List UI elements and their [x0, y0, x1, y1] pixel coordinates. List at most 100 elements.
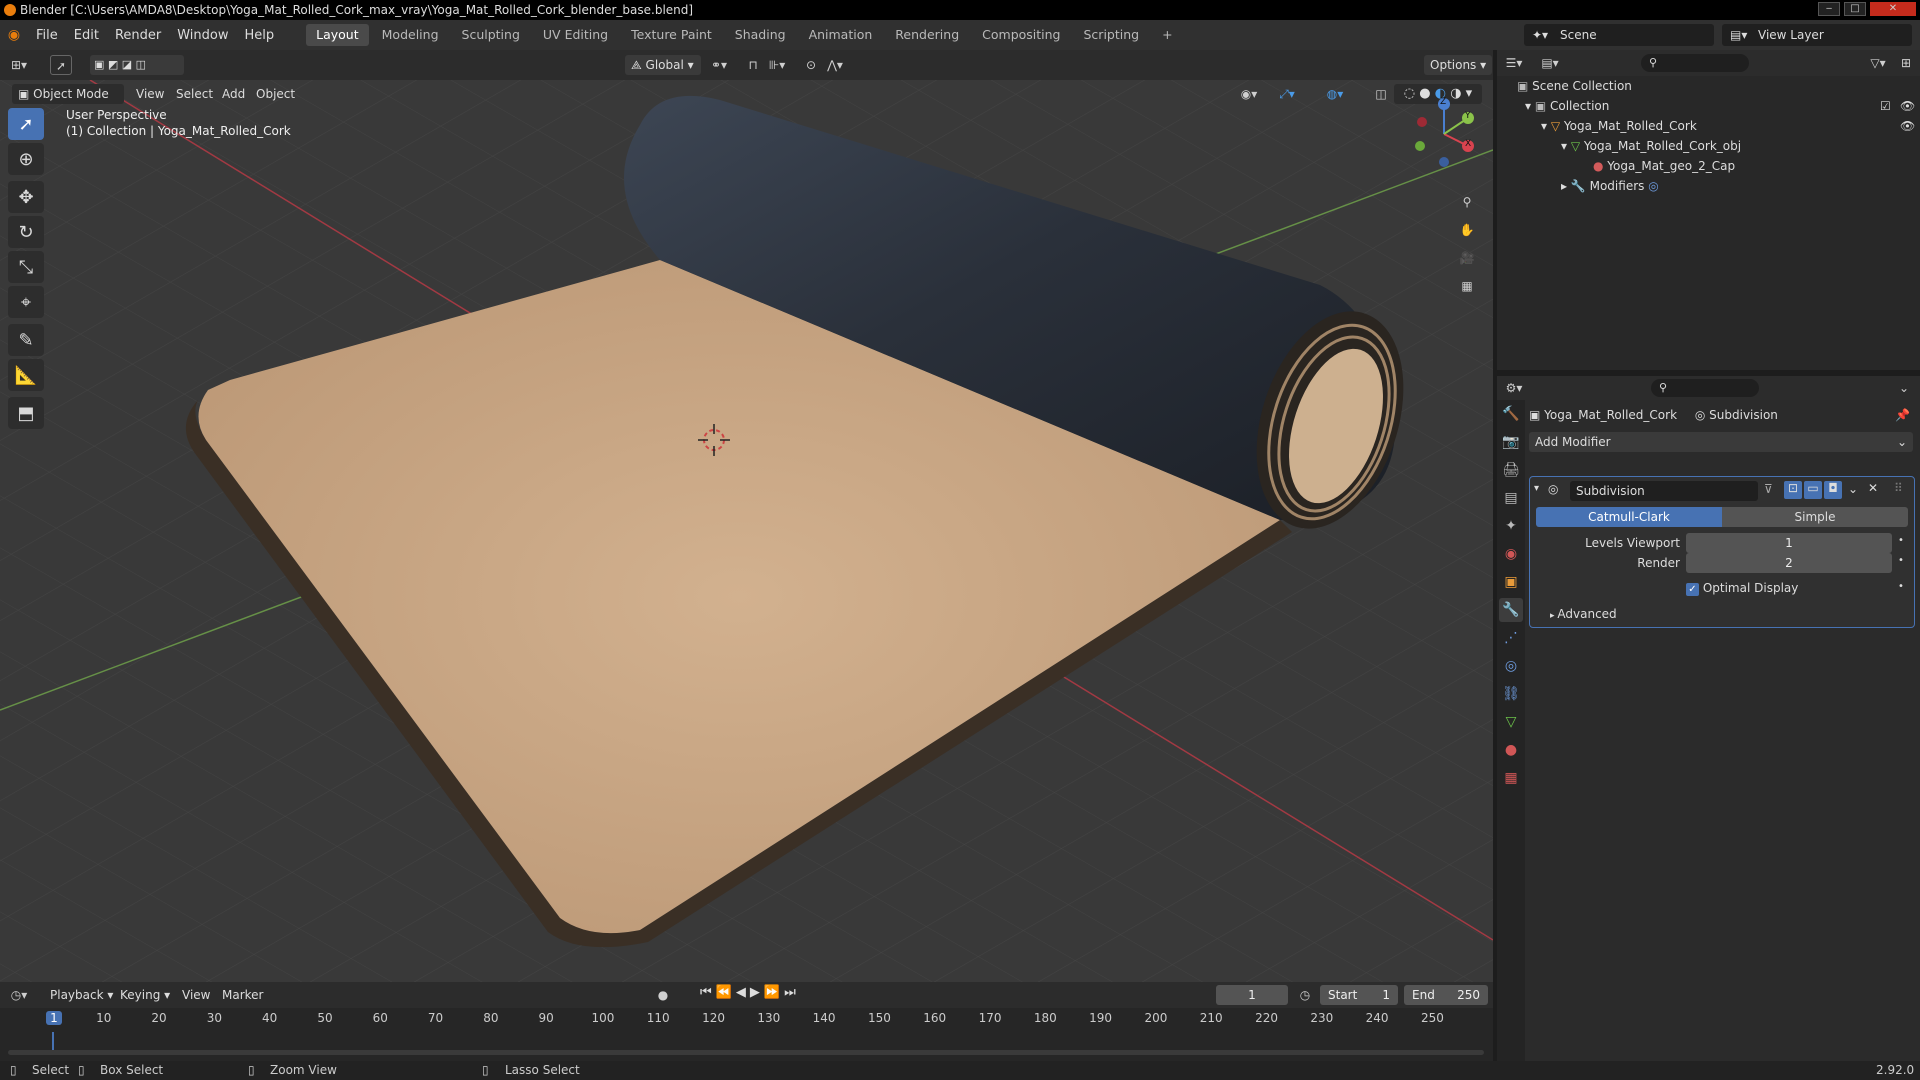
tab-layout[interactable]: Layout [306, 24, 369, 46]
timeline-menu-keying[interactable]: Keying ▾ [114, 985, 176, 1005]
drag-handle-icon[interactable]: ⠿ [1894, 481, 1903, 495]
modifier-name-field[interactable]: Subdivision [1570, 481, 1758, 501]
viewport-menu-object[interactable]: Object [250, 84, 301, 104]
timeline-menu-marker[interactable]: Marker [216, 985, 269, 1005]
outliner-row-scene-collection[interactable]: ▣ Scene Collection [1517, 76, 1632, 96]
tab-compositing[interactable]: Compositing [972, 24, 1070, 46]
perspective-toggle-icon[interactable]: ▦ [1456, 276, 1478, 296]
3d-viewport[interactable]: ▣ Object Mode ▾ View Select Add Object ◉… [0, 80, 1493, 982]
optimal-display-checkbox[interactable]: ✓ Optimal Display [1686, 579, 1798, 597]
add-workspace-button[interactable]: + [1152, 24, 1182, 46]
keyframe-dot-icon[interactable]: • [1898, 581, 1904, 592]
timeline-scrollbar[interactable] [8, 1050, 1484, 1055]
viewport-toggle-icon[interactable]: ▭ [1804, 481, 1822, 499]
on-cage-toggle-icon[interactable]: ⊡ [1784, 481, 1802, 499]
select-mode-buttons[interactable]: ▣ ◩ ◪ ◫ [90, 55, 184, 75]
falloff-icon[interactable]: ⋀▾ [824, 55, 846, 75]
proportional-edit-icon[interactable]: ⊙ [800, 55, 822, 75]
mode-dropdown[interactable]: ▣ Object Mode ▾ [12, 84, 124, 121]
tab-texture-paint[interactable]: Texture Paint [621, 24, 722, 46]
gizmo-icon[interactable]: ⤢▾ [1276, 84, 1298, 104]
outliner-search-input[interactable]: ⚲ [1641, 54, 1749, 72]
world-props-icon[interactable]: ◉ [1499, 542, 1523, 566]
pivot-point-icon[interactable]: ⚭▾ [708, 55, 730, 75]
collapse-arrow-icon[interactable]: ▾ [1534, 483, 1539, 494]
physics-props-icon[interactable]: ◎ [1499, 654, 1523, 678]
navigation-gizmo[interactable]: Z X Y [1400, 94, 1480, 174]
modifier-dropdown-icon[interactable]: ⌄ [1848, 482, 1858, 496]
current-frame-field[interactable]: 1 [1216, 985, 1288, 1005]
move-icon[interactable]: ✥ [8, 181, 44, 213]
select-box-icon[interactable]: ➚ [8, 108, 44, 140]
pin-icon[interactable]: 📌 [1895, 404, 1910, 426]
menu-help[interactable]: Help [237, 28, 283, 43]
annotate-icon[interactable]: ✎ [8, 324, 44, 356]
filter-icon[interactable]: ▽▾ [1867, 53, 1889, 73]
measure-icon[interactable]: 📐 [8, 359, 44, 391]
viewport-menu-view[interactable]: View [130, 84, 170, 104]
object-props-icon[interactable]: ▣ [1499, 570, 1523, 594]
pan-hand-icon[interactable]: ✋ [1456, 220, 1478, 240]
new-collection-icon[interactable]: ⊞ [1895, 53, 1917, 73]
viewport-menu-select[interactable]: Select [170, 84, 219, 104]
close-button[interactable]: ✕ [1870, 2, 1916, 16]
properties-editor-type-icon[interactable]: ⚙▾ [1503, 378, 1525, 398]
tab-shading[interactable]: Shading [725, 24, 796, 46]
eye-icon[interactable]: 👁 [1900, 116, 1915, 136]
menu-edit[interactable]: Edit [66, 28, 107, 43]
tab-uv-editing[interactable]: UV Editing [533, 24, 618, 46]
edit-mode-toggle-icon[interactable]: ⊽ [1764, 482, 1773, 496]
timeline-menu-view[interactable]: View [176, 985, 216, 1005]
add-modifier-dropdown[interactable]: Add Modifier ⌄ [1529, 432, 1913, 452]
scene-props-icon[interactable]: ✦ [1499, 514, 1523, 538]
keyframe-dot-icon[interactable]: • [1898, 535, 1904, 546]
data-props-icon[interactable]: ▽ [1499, 710, 1523, 734]
keyframe-dot-icon[interactable]: • [1898, 555, 1904, 566]
transform-icon[interactable]: ⌖ [8, 286, 44, 318]
remove-modifier-icon[interactable]: ✕ [1868, 481, 1878, 495]
timeline-editor-type-icon[interactable]: ◷▾ [8, 985, 30, 1005]
frame-ruler[interactable]: 1 10 20 30 40 50 60 70 80 90 100 110 120 130 140 150 160… [0, 1010, 1493, 1030]
menu-window[interactable]: Window [169, 28, 236, 43]
visibility-icon[interactable]: ◉▾ [1238, 84, 1260, 104]
select-tool-icon[interactable]: ➚ [50, 55, 72, 75]
cursor-icon[interactable]: ⊕ [8, 143, 44, 175]
modifier-props-icon[interactable]: 🔧 [1499, 598, 1523, 622]
particles-props-icon[interactable]: ⋰ [1499, 626, 1523, 650]
constraints-props-icon[interactable]: ⛓ [1499, 682, 1523, 706]
eye-icon[interactable]: 👁 [1900, 96, 1915, 116]
outliner-row-collection[interactable]: ▾ ▣ Collection ☑ 👁 [1525, 96, 1915, 116]
playback-controls[interactable]: ⏮⏪◀▶⏩⏭ [700, 985, 800, 1000]
simple-button[interactable]: Simple [1722, 507, 1908, 527]
maximize-button[interactable]: □ [1844, 2, 1866, 16]
camera-view-icon[interactable]: 🎥 [1456, 248, 1478, 268]
checkbox-icon[interactable]: ☑ [1880, 96, 1891, 116]
options-dropdown[interactable]: Options ▾ [1424, 55, 1493, 75]
texture-props-icon[interactable]: ▦ [1499, 766, 1523, 790]
properties-options-icon[interactable]: ⌄ [1893, 378, 1915, 398]
levels-viewport-field[interactable]: 1 [1686, 533, 1892, 553]
outliner-row-cap[interactable]: ● Yoga_Mat_geo_2_Cap [1593, 156, 1735, 176]
view-layer-selector[interactable]: ▤▾ View Layer [1722, 24, 1912, 46]
properties-search-input[interactable]: ⚲ [1651, 379, 1759, 397]
outliner-editor-type-icon[interactable]: ☰▾ [1503, 53, 1525, 73]
tab-rendering[interactable]: Rendering [885, 24, 969, 46]
output-props-icon[interactable]: 🖨 [1499, 458, 1523, 482]
tab-scripting[interactable]: Scripting [1074, 24, 1150, 46]
render-toggle-icon[interactable]: ◘ [1824, 481, 1842, 499]
preview-range-icon[interactable]: ◷ [1294, 985, 1316, 1005]
advanced-subpanel[interactable]: ▸ Advanced [1550, 605, 1617, 625]
blender-menu-icon[interactable]: ◉ [0, 27, 28, 43]
rotate-icon[interactable]: ↻ [8, 216, 44, 248]
record-icon[interactable]: ● [652, 985, 674, 1005]
timeline-menu-playback[interactable]: Playback ▾ [44, 985, 119, 1005]
tab-modeling[interactable]: Modeling [372, 24, 449, 46]
minimize-button[interactable]: ‒ [1818, 2, 1840, 16]
outliner-row-yoga-mat-obj[interactable]: ▾ ▽ Yoga_Mat_Rolled_Cork_obj [1561, 136, 1741, 156]
end-frame-field[interactable]: End 250 [1404, 985, 1488, 1005]
snap-target-icon[interactable]: ⊪▾ [766, 55, 788, 75]
scene-selector[interactable]: ✦▾ Scene [1524, 24, 1714, 46]
view-layer-props-icon[interactable]: ▤ [1499, 486, 1523, 510]
menu-render[interactable]: Render [107, 28, 169, 43]
editor-type-icon[interactable]: ⊞▾ [8, 55, 30, 75]
